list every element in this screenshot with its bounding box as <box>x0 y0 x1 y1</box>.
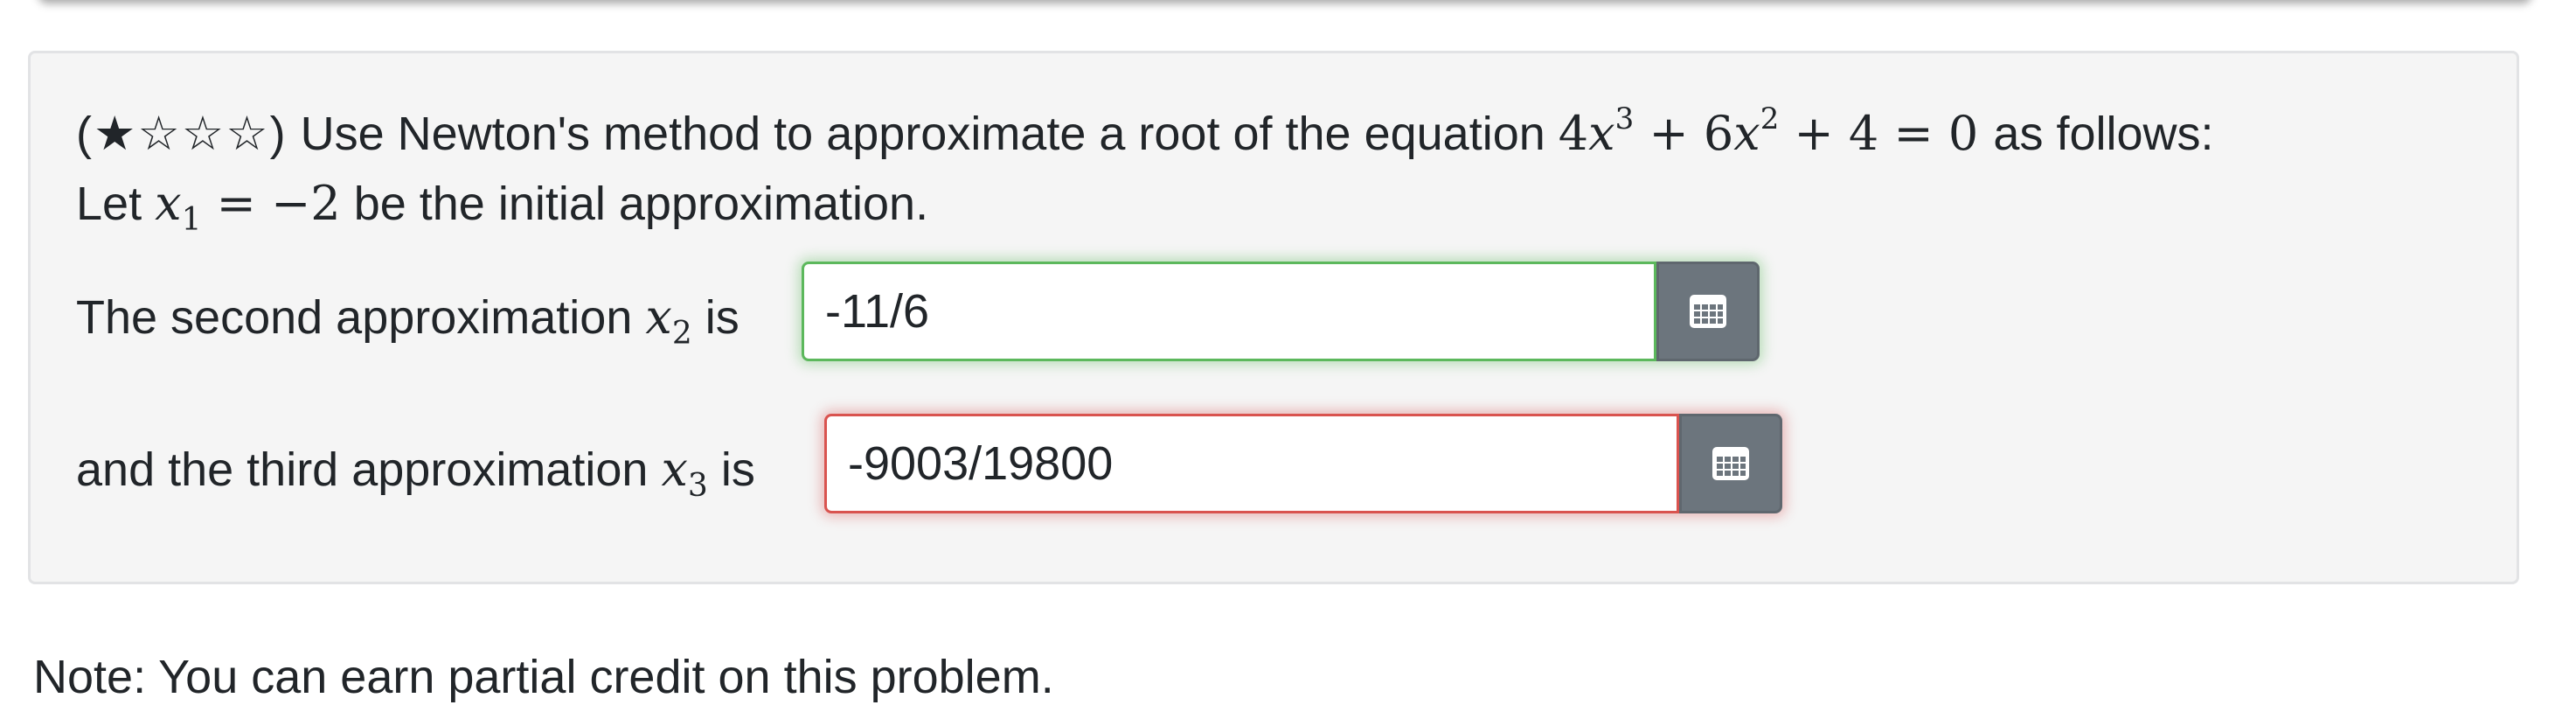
matrix-button-second[interactable] <box>1656 262 1760 361</box>
answer-label-third: and the third approximation x3 is <box>76 442 755 504</box>
question-line-2: Let x1 = −2 be the initial approximation… <box>76 176 929 238</box>
grid-icon <box>1712 447 1749 480</box>
matrix-button-third[interactable] <box>1679 414 1782 513</box>
third-approximation-input[interactable] <box>824 414 1679 513</box>
answer-group-third <box>824 414 1782 513</box>
question-intro: Use Newton's method to approximate a roo… <box>300 108 1545 160</box>
second-approximation-input[interactable] <box>802 262 1656 361</box>
partial-credit-note: Note: You can earn partial credit on thi… <box>33 651 1054 703</box>
problem-card: (★☆☆☆) Use Newton's method to approximat… <box>28 51 2519 584</box>
question-line-1: (★☆☆☆) Use Newton's method to approximat… <box>76 101 2214 162</box>
question-tail: as follows: <box>1993 108 2214 160</box>
answer-group-second <box>802 262 1760 361</box>
difficulty-stars: (★☆☆☆) <box>76 108 288 160</box>
initial-approximation: x1 = −2 <box>155 176 341 238</box>
answer-label-second: The second approximation x2 is <box>76 290 739 352</box>
grid-icon <box>1690 295 1726 328</box>
equation: 4x3 + 6x2 + 4 = 0 <box>1558 101 1979 161</box>
